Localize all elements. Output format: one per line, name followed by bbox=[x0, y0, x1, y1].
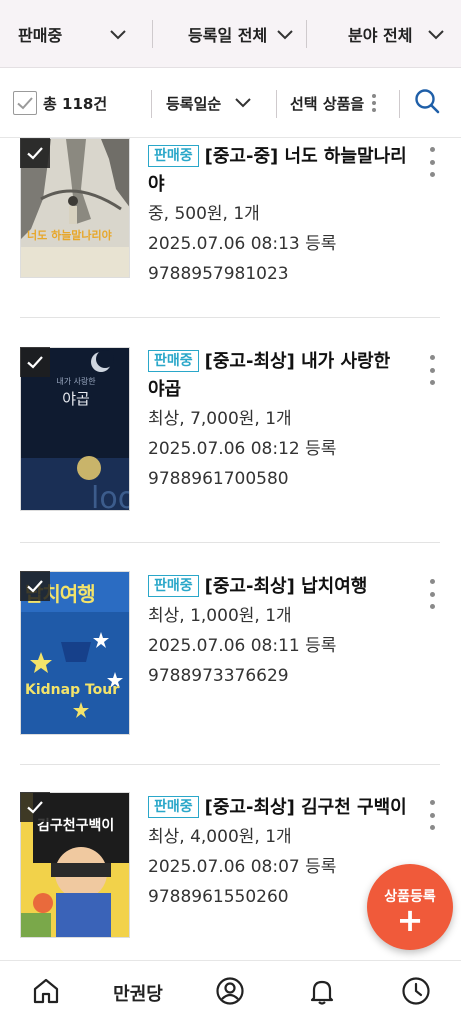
home-icon bbox=[31, 976, 61, 1010]
sort-label: 등록일순 bbox=[166, 94, 222, 113]
status-badge: 판매중 bbox=[148, 145, 199, 167]
nav-profile[interactable] bbox=[210, 961, 250, 1024]
nav-notifications[interactable] bbox=[302, 961, 342, 1024]
chevron-down-icon bbox=[110, 25, 126, 44]
item-more-button[interactable] bbox=[424, 800, 440, 830]
search-icon bbox=[414, 88, 440, 118]
list-toolbar: 총 118건 등록일순 선택 상품을 bbox=[0, 68, 461, 138]
item-info: 판매중 [중고-중] 너도 하늘말나리야 중, 500원, 1개 2025.07.… bbox=[148, 143, 408, 289]
product-list: 너도 하늘말나리야 판매중 [중고-중] 너도 하늘말나리야 중, 500원, 1… bbox=[0, 138, 461, 960]
bulk-action-menu[interactable]: 선택 상품을 bbox=[290, 68, 377, 138]
status-badge: 판매중 bbox=[148, 575, 199, 597]
item-divider bbox=[20, 764, 440, 765]
item-title[interactable]: [중고-최상] 김구천 구백이 bbox=[205, 797, 407, 818]
chevron-down-icon bbox=[428, 25, 445, 44]
chevron-down-icon bbox=[235, 94, 251, 112]
item-more-button[interactable] bbox=[424, 355, 440, 385]
item-more-button[interactable] bbox=[424, 147, 440, 177]
date-filter-dropdown[interactable]: 등록일 전체 bbox=[188, 0, 293, 68]
divider bbox=[306, 20, 307, 48]
divider bbox=[151, 90, 152, 118]
item-info: 판매중 [중고-최상] 납치여행 최상, 1,000원, 1개 2025.07.0… bbox=[148, 573, 408, 691]
more-vertical-icon bbox=[372, 94, 377, 112]
item-more-button[interactable] bbox=[424, 579, 440, 609]
nav-home[interactable] bbox=[26, 961, 66, 1024]
chevron-down-icon bbox=[277, 25, 293, 44]
item-condition-price: 중, 500원, 1개 bbox=[148, 204, 260, 224]
item-registered-date: 2025.07.06 08:12 등록 bbox=[148, 439, 337, 459]
item-divider bbox=[20, 542, 440, 543]
select-all-toggle[interactable]: 총 118건 bbox=[13, 68, 107, 138]
user-circle-icon bbox=[215, 976, 245, 1010]
nav-brand[interactable]: 만권당 bbox=[98, 961, 178, 1024]
svg-text:loo: loo bbox=[91, 481, 130, 511]
item-info: 판매중 [중고-최상] 내가 사랑한 야곱 최상, 7,000원, 1개 2025… bbox=[148, 348, 408, 494]
status-badge: 판매중 bbox=[148, 350, 199, 372]
item-select-checkbox[interactable] bbox=[20, 792, 50, 822]
divider bbox=[399, 90, 400, 118]
cover-title: 너도 하늘말나리야 bbox=[27, 229, 112, 242]
item-registered-date: 2025.07.06 08:11 등록 bbox=[148, 636, 337, 656]
total-count: 총 118건 bbox=[43, 94, 108, 113]
add-product-button[interactable]: 상품등록 + bbox=[367, 864, 453, 950]
item-divider bbox=[20, 317, 440, 318]
plus-icon: + bbox=[396, 901, 424, 939]
date-filter-label: 등록일 전체 bbox=[188, 26, 268, 45]
item-registered-date: 2025.07.06 08:07 등록 bbox=[148, 857, 337, 877]
item-select-checkbox[interactable] bbox=[20, 571, 50, 601]
item-select-checkbox[interactable] bbox=[20, 138, 50, 168]
item-registered-date: 2025.07.06 08:13 등록 bbox=[148, 234, 337, 254]
sort-dropdown[interactable]: 등록일순 bbox=[166, 68, 251, 138]
item-select-checkbox[interactable] bbox=[20, 347, 50, 377]
category-filter-dropdown[interactable]: 분야 전체 bbox=[348, 0, 445, 68]
divider bbox=[152, 20, 153, 48]
category-filter-label: 분야 전체 bbox=[348, 26, 413, 45]
bell-icon bbox=[307, 976, 337, 1010]
item-title[interactable]: [중고-최상] 납치여행 bbox=[205, 576, 368, 597]
item-condition-price: 최상, 4,000원, 1개 bbox=[148, 827, 292, 847]
search-button[interactable] bbox=[414, 68, 440, 138]
brand-label: 만권당 bbox=[113, 984, 163, 1005]
divider bbox=[276, 90, 277, 118]
cover-title: 야곱 bbox=[62, 390, 90, 408]
item-condition-price: 최상, 7,000원, 1개 bbox=[148, 409, 292, 429]
item-isbn: 9788957981023 bbox=[148, 264, 289, 284]
select-all-checkbox[interactable] bbox=[13, 91, 37, 115]
item-isbn: 9788973376629 bbox=[148, 666, 289, 686]
status-filter-label: 판매중 bbox=[18, 26, 63, 45]
item-condition-price: 최상, 1,000원, 1개 bbox=[148, 606, 292, 626]
item-isbn: 9788961700580 bbox=[148, 469, 289, 489]
cover-subtitle: Kidnap Tour bbox=[25, 682, 120, 698]
clock-icon bbox=[401, 976, 431, 1010]
nav-history[interactable] bbox=[396, 961, 436, 1024]
bulk-action-label: 선택 상품을 bbox=[290, 94, 365, 113]
status-filter-dropdown[interactable]: 판매중 bbox=[18, 0, 126, 68]
filter-bar: 판매중 등록일 전체 분야 전체 bbox=[0, 0, 461, 68]
status-badge: 판매중 bbox=[148, 796, 199, 818]
bottom-nav: 만권당 bbox=[0, 960, 461, 1024]
